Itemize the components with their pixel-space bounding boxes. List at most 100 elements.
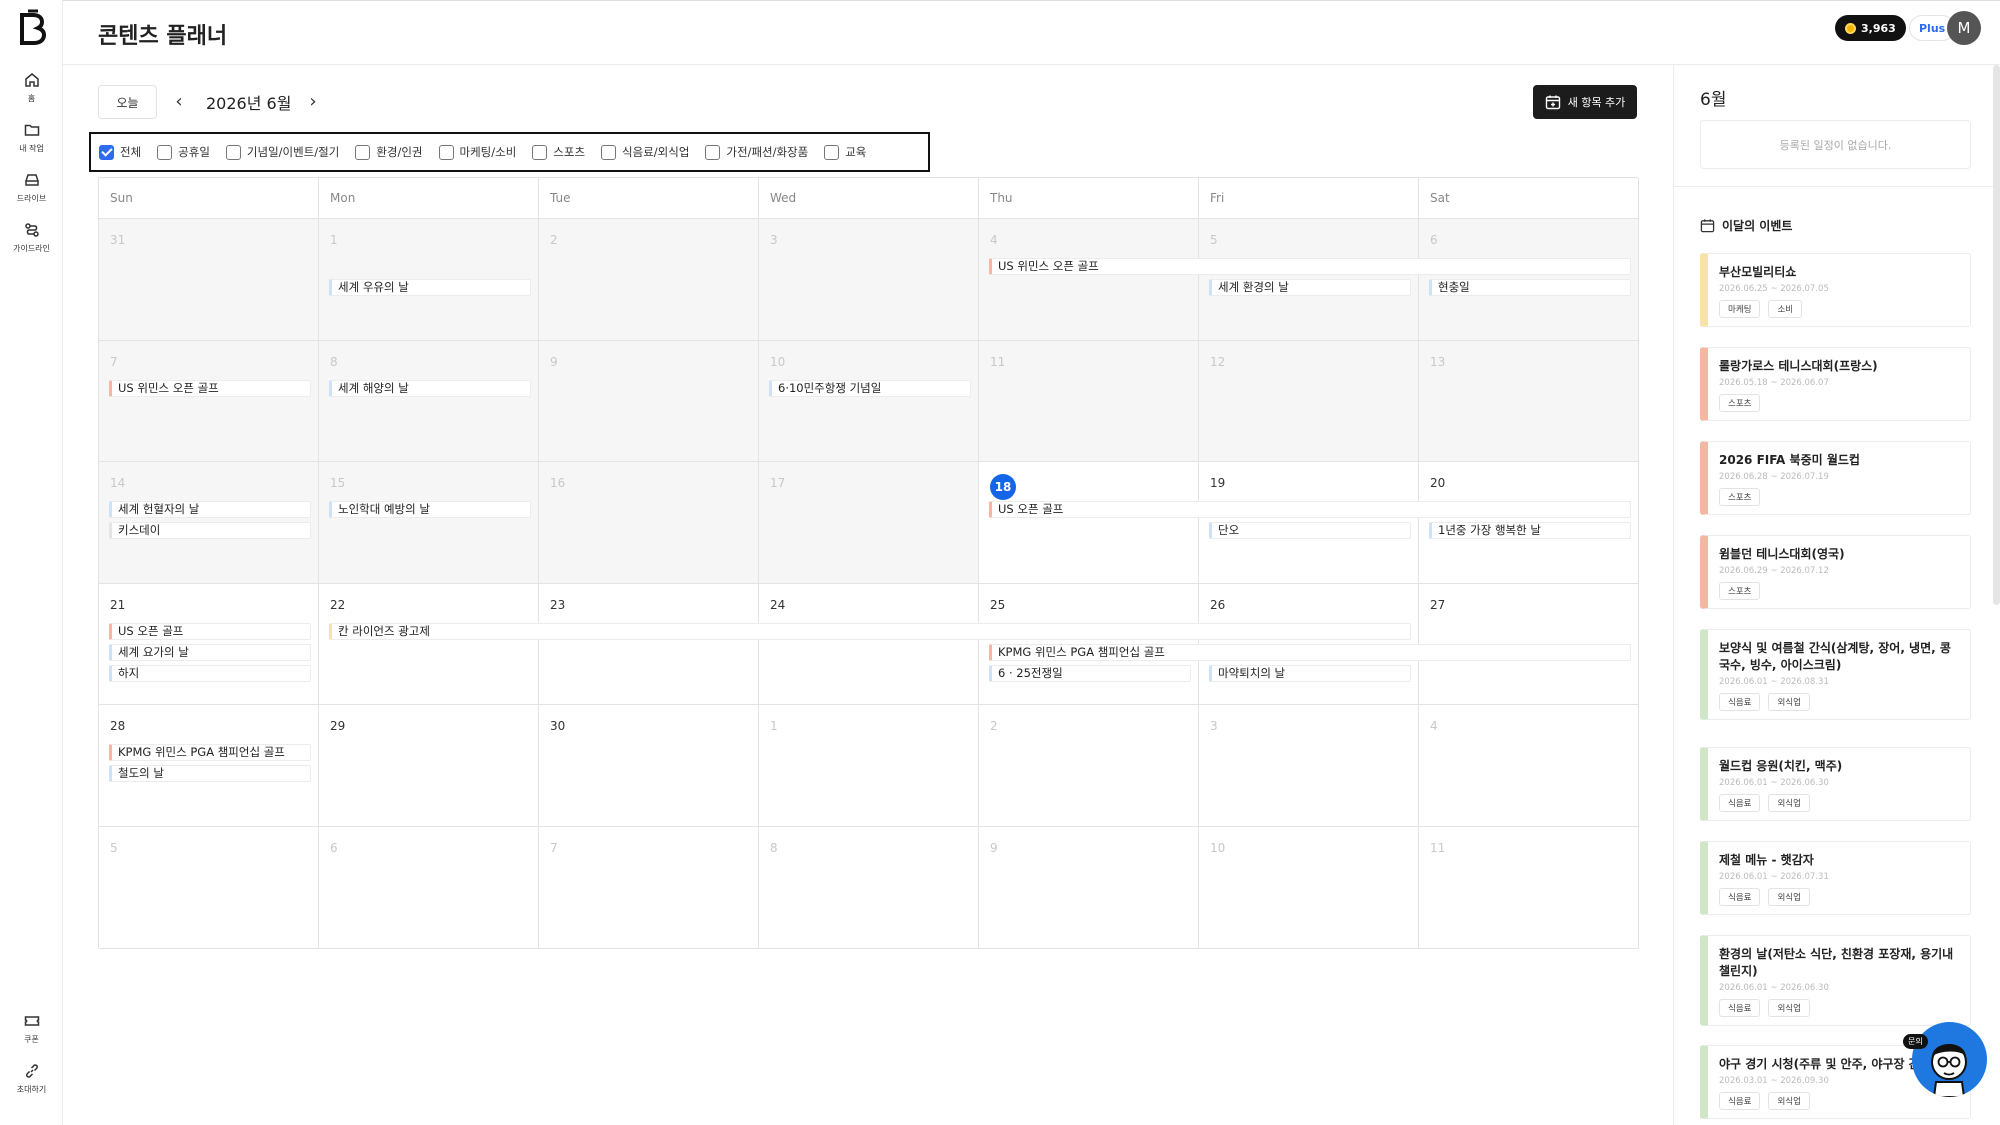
day-cell[interactable]: 9 bbox=[979, 827, 1199, 949]
calendar-event[interactable]: 단오 bbox=[1209, 522, 1411, 540]
day-cell[interactable]: 10 bbox=[1199, 827, 1419, 949]
day-cell[interactable]: 30 bbox=[539, 705, 759, 827]
calendar-event[interactable]: 하지 bbox=[109, 664, 311, 682]
filter-checkbox[interactable] bbox=[99, 144, 114, 160]
event-card[interactable]: 부산모빌리티쇼 2026.06.25 ~ 2026.07.05 마케팅 소비 bbox=[1700, 253, 1971, 327]
day-cell[interactable]: 12 bbox=[1199, 340, 1419, 463]
day-cell[interactable]: 11 bbox=[1419, 827, 1639, 949]
filter-8[interactable]: 교육 bbox=[824, 144, 866, 160]
day-cell[interactable]: 15 bbox=[319, 462, 539, 584]
divider bbox=[1674, 186, 2000, 187]
filter-checkbox[interactable] bbox=[225, 144, 241, 160]
filter-checkbox[interactable] bbox=[355, 144, 371, 160]
filter-checkbox[interactable] bbox=[601, 144, 617, 160]
event-card[interactable]: 제철 메뉴 - 햇감자 2026.06.01 ~ 2026.07.31 식음료 외식업 bbox=[1700, 841, 1971, 915]
day-cell[interactable]: 3 bbox=[1199, 705, 1419, 827]
calendar-event[interactable]: US 오픈 골프 bbox=[109, 622, 311, 640]
right-panel: 6월 등록된 일정이 없습니다. 이달의 이벤트 부산모빌리티쇼 2026.06.… bbox=[1673, 65, 2000, 1125]
day-cell[interactable]: 29 bbox=[319, 705, 539, 827]
day-cell[interactable]: 10 bbox=[759, 340, 979, 463]
filter-7[interactable]: 가전/패션/화장품 bbox=[705, 144, 808, 160]
day-cell[interactable]: 3 bbox=[759, 219, 979, 341]
event-card[interactable]: 월드컵 응원(치킨, 맥주) 2026.06.01 ~ 2026.06.30 식음료… bbox=[1700, 747, 1971, 821]
calendar-event[interactable]: 철도의 날 bbox=[109, 765, 311, 783]
day-cell[interactable]: 2 bbox=[539, 219, 759, 341]
support-chat-button[interactable] bbox=[1912, 1022, 1987, 1097]
filter-2[interactable]: 기념일/이벤트/절기 bbox=[225, 144, 339, 160]
event-card[interactable]: 보양식 및 여름철 간식(삼계탕, 장어, 냉면, 콩국수, 빙수, 아이스크림… bbox=[1700, 629, 1971, 720]
day-cell[interactable]: 4 bbox=[979, 219, 1199, 341]
calendar-event[interactable]: 마약퇴치의 날 bbox=[1209, 664, 1411, 682]
nav-item-drive[interactable]: 드라이브 bbox=[0, 172, 63, 204]
filter-0[interactable]: 전체 bbox=[99, 144, 141, 160]
calendar-event[interactable]: 세계 헌혈자의 날 bbox=[109, 501, 311, 519]
day-cell[interactable]: 9 bbox=[539, 340, 759, 463]
filter-1[interactable]: 공휴일 bbox=[157, 144, 210, 160]
day-cell[interactable]: 2 bbox=[979, 705, 1199, 827]
filter-4[interactable]: 마케팅/소비 bbox=[438, 144, 516, 160]
panel-scrollbar[interactable] bbox=[1993, 65, 2000, 605]
nav-item-coupon[interactable]: 쿠폰 bbox=[0, 1013, 63, 1045]
day-cell[interactable]: 24 bbox=[759, 583, 979, 706]
calendar-event[interactable]: 세계 요가의 날 bbox=[109, 643, 311, 661]
calendar-event[interactable]: US 오픈 골프 bbox=[989, 501, 1631, 519]
logo-icon[interactable] bbox=[14, 9, 49, 49]
calendar-event[interactable]: US 위민스 오픈 골프 bbox=[989, 258, 1631, 275]
nav-item-guideline[interactable]: 가이드라인 bbox=[0, 222, 63, 254]
filter-checkbox[interactable] bbox=[532, 144, 548, 160]
event-card-date: 2026.05.18 ~ 2026.06.07 bbox=[1719, 378, 1829, 388]
calendar-event[interactable]: 6 · 25전쟁일 bbox=[989, 664, 1191, 682]
filter-6[interactable]: 식음료/외식업 bbox=[601, 144, 689, 160]
filter-checkbox[interactable] bbox=[438, 144, 454, 160]
day-cell[interactable]: 31 bbox=[99, 219, 319, 341]
calendar-event[interactable]: 현충일 bbox=[1429, 279, 1631, 296]
filter-checkbox[interactable] bbox=[705, 144, 721, 160]
event-card[interactable]: 2026 FIFA 북중미 월드컵 2026.06.28 ~ 2026.07.19… bbox=[1700, 441, 1971, 515]
nav-item-invite[interactable]: 초대하기 bbox=[0, 1063, 63, 1095]
next-month-button[interactable]: › bbox=[302, 90, 324, 112]
calendar-event[interactable]: 칸 라이언즈 광고제 bbox=[329, 622, 1411, 640]
calendar-event[interactable]: 키스데이 bbox=[109, 522, 311, 540]
calendar-event[interactable]: US 위민스 오픈 골프 bbox=[109, 379, 311, 397]
day-cell[interactable]: 22 bbox=[319, 583, 539, 706]
calendar-add-icon bbox=[1545, 95, 1560, 110]
calendar-event[interactable]: 세계 환경의 날 bbox=[1209, 279, 1411, 296]
day-cell[interactable]: 8 bbox=[319, 340, 539, 463]
event-card[interactable]: 롤랑가로스 테니스대회(프랑스) 2026.05.18 ~ 2026.06.07 스… bbox=[1700, 347, 1971, 421]
day-cell[interactable]: 11 bbox=[979, 340, 1199, 463]
avatar[interactable]: M bbox=[1947, 11, 1981, 45]
calendar-event[interactable]: 세계 해양의 날 bbox=[329, 379, 531, 397]
filter-5[interactable]: 스포츠 bbox=[532, 144, 585, 160]
calendar-event[interactable]: KPMG 위민스 PGA 챔피언십 골프 bbox=[989, 643, 1631, 661]
nav-item-my-work[interactable]: 내 작업 bbox=[0, 122, 63, 154]
today-button[interactable]: 오늘 bbox=[98, 85, 157, 119]
filter-checkbox[interactable] bbox=[157, 144, 173, 160]
calendar-event[interactable]: 6·10민주항쟁 기념일 bbox=[769, 379, 971, 397]
calendar-event[interactable]: 노인학대 예방의 날 bbox=[329, 501, 531, 519]
credit-badge[interactable]: 3,963 bbox=[1835, 15, 1906, 41]
add-item-button[interactable]: 새 항목 추가 bbox=[1533, 85, 1637, 119]
day-cell[interactable]: 7 bbox=[99, 340, 319, 463]
calendar-event[interactable]: KPMG 위민스 PGA 챔피언십 골프 bbox=[109, 744, 311, 762]
event-card-title: 윔블던 테니스대회(영국) bbox=[1719, 547, 1845, 561]
filter-3[interactable]: 환경/인권 bbox=[355, 144, 423, 160]
nav-item-home[interactable]: 홈 bbox=[0, 72, 63, 104]
day-cell[interactable]: 16 bbox=[539, 462, 759, 584]
day-cell[interactable]: 17 bbox=[759, 462, 979, 584]
day-cell[interactable]: 8 bbox=[759, 827, 979, 949]
day-cell[interactable]: 13 bbox=[1419, 340, 1639, 463]
day-cell[interactable]: 18 bbox=[979, 462, 1199, 584]
filter-checkbox[interactable] bbox=[824, 144, 840, 160]
day-cell[interactable]: 4 bbox=[1419, 705, 1639, 827]
calendar-event[interactable]: 1년중 가장 행복한 날 bbox=[1429, 522, 1631, 540]
day-cell[interactable]: 6 bbox=[319, 827, 539, 949]
prev-month-button[interactable]: ‹ bbox=[168, 90, 190, 112]
day-cell[interactable]: 5 bbox=[99, 827, 319, 949]
day-cell[interactable]: 7 bbox=[539, 827, 759, 949]
nav-label: 드라이브 bbox=[16, 194, 47, 203]
event-card[interactable]: 환경의 날(저탄소 식단, 친환경 포장재, 용기내 챌린지) 2026.06.0… bbox=[1700, 935, 1971, 1026]
day-cell[interactable]: 1 bbox=[759, 705, 979, 827]
calendar-event[interactable]: 세계 우유의 날 bbox=[329, 279, 531, 296]
day-cell[interactable]: 23 bbox=[539, 583, 759, 706]
event-card[interactable]: 윔블던 테니스대회(영국) 2026.06.29 ~ 2026.07.12 스포츠 bbox=[1700, 535, 1971, 609]
